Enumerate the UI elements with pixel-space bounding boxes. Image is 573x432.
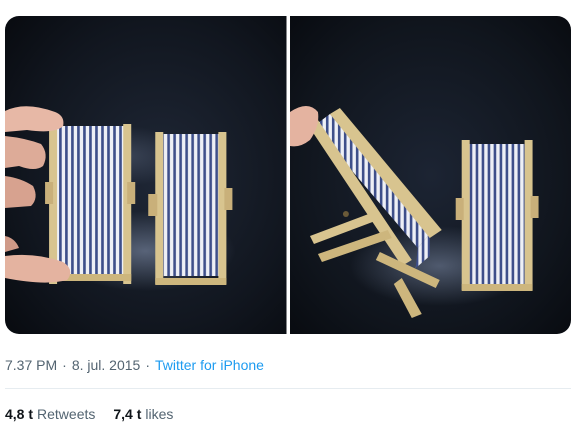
photo-left[interactable] bbox=[5, 16, 287, 334]
photo-left-image bbox=[5, 16, 287, 334]
retweets-stat[interactable]: 4,8 t Retweets bbox=[5, 405, 95, 423]
meta-separator: · bbox=[62, 357, 67, 373]
media-grid bbox=[5, 16, 571, 334]
tweet-stats: 4,8 t Retweets 7,4 t likes bbox=[5, 405, 173, 423]
likes-count: 7,4 t bbox=[113, 406, 142, 422]
likes-label: likes bbox=[145, 406, 174, 422]
photo-right-image bbox=[289, 16, 571, 334]
likes-stat[interactable]: 7,4 t likes bbox=[113, 405, 173, 423]
tweet-meta: 7.37 PM · 8. jul. 2015 · Twitter for iPhone bbox=[5, 356, 264, 374]
tweet-detail: 7.37 PM · 8. jul. 2015 · Twitter for iPhone … bbox=[0, 0, 573, 432]
retweets-label: Retweets bbox=[37, 406, 96, 422]
retweets-count: 4,8 t bbox=[5, 406, 34, 422]
meta-separator: · bbox=[145, 357, 150, 373]
tweet-time[interactable]: 7.37 PM bbox=[5, 357, 57, 373]
divider bbox=[5, 388, 571, 389]
tweet-source-link[interactable]: Twitter for iPhone bbox=[155, 357, 264, 373]
photo-right[interactable] bbox=[289, 16, 571, 334]
tweet-date[interactable]: 8. jul. 2015 bbox=[72, 357, 141, 373]
